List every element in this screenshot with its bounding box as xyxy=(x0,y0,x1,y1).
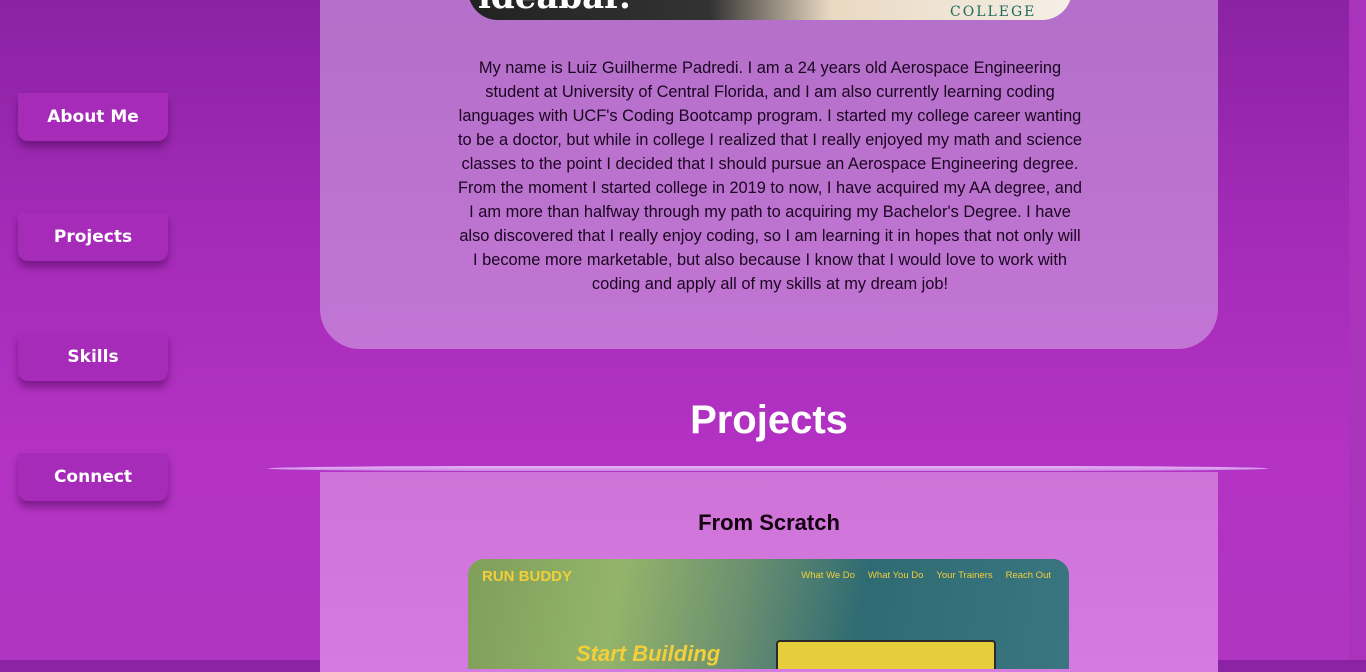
screenshot-cta-box xyxy=(776,640,996,669)
screenshot-nav-item: Reach Out xyxy=(1005,570,1051,581)
nav-connect-button[interactable]: Connect xyxy=(18,453,168,501)
nav-about-me-button[interactable]: About Me xyxy=(18,93,168,141)
screenshot-nav-item: Your Trainers xyxy=(936,570,993,581)
page-scrollbar[interactable] xyxy=(1349,0,1366,660)
nav-skills-button[interactable]: Skills xyxy=(18,333,168,381)
screenshot-hero-text: Start Building xyxy=(576,641,721,666)
about-me-bio: My name is Luiz Guilherme Padredi. I am … xyxy=(457,59,1083,293)
screenshot-nav-item: What You Do xyxy=(867,570,924,581)
project-screenshot[interactable]: RUN BUDDY What We Do What You Do Your Tr… xyxy=(468,559,1069,669)
image-text-right: COLLEGE xyxy=(950,4,1037,20)
screenshot-nav-item: What We Do xyxy=(801,570,855,581)
section-divider xyxy=(268,466,1268,471)
screenshot-nav: What We Do What You Do Your Trainers Rea… xyxy=(801,570,1051,581)
nav-projects-button[interactable]: Projects xyxy=(18,213,168,261)
image-text-left: ideabar. xyxy=(478,0,631,14)
profile-image: ideabar. COLLEGE xyxy=(468,0,1072,20)
project-title: From Scratch xyxy=(698,510,840,535)
screenshot-brand: RUN BUDDY xyxy=(482,568,572,585)
projects-heading: Projects xyxy=(690,398,848,442)
